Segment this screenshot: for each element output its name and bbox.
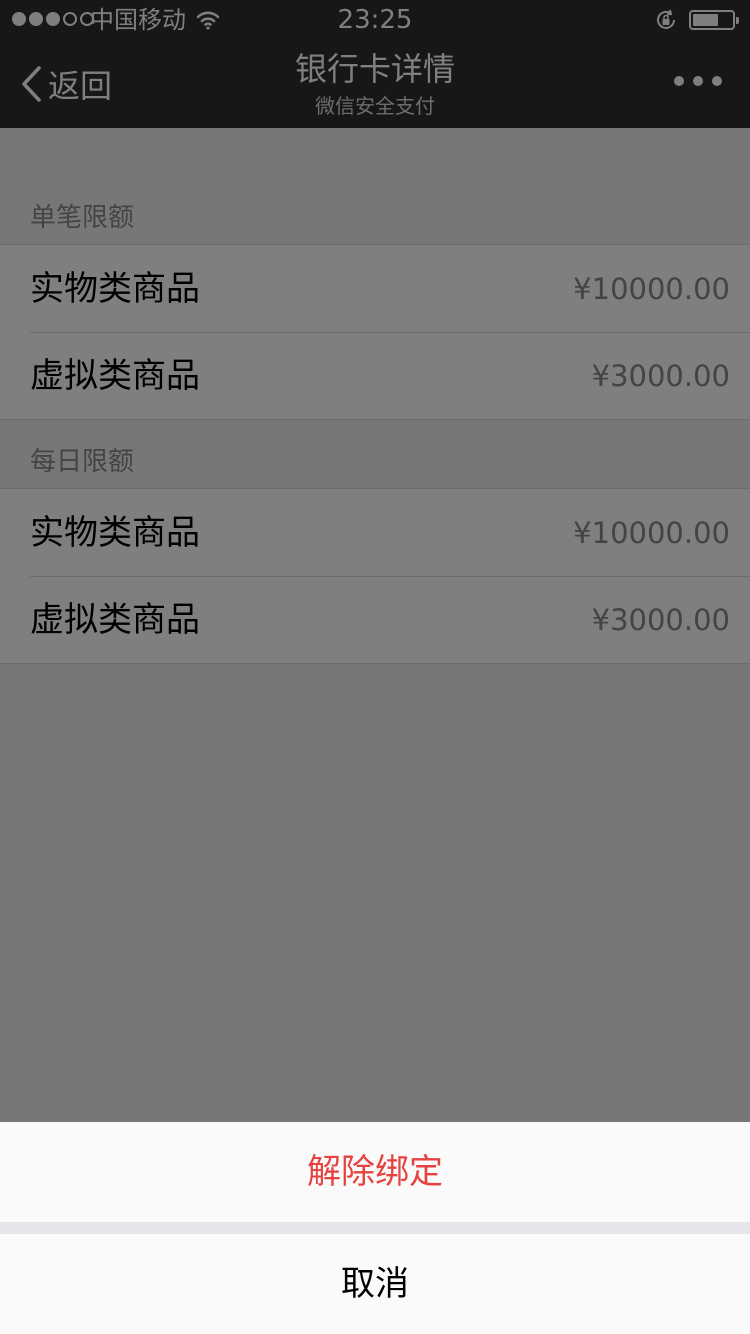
action-sheet: 解除绑定 取消 [0, 1122, 750, 1334]
unbind-card-button[interactable]: 解除绑定 [0, 1122, 750, 1222]
cancel-button[interactable]: 取消 [0, 1234, 750, 1334]
